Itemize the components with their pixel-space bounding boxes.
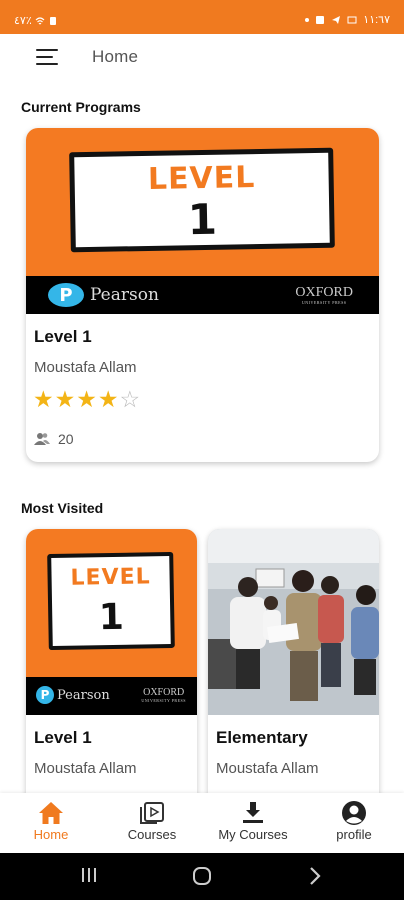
- notification-icon: [49, 16, 56, 25]
- course-title: Level 1: [34, 327, 92, 346]
- pearson-p-icon: P: [36, 686, 54, 704]
- nav-courses[interactable]: Courses: [107, 799, 197, 842]
- status-time: ١١:٦٧: [363, 14, 390, 26]
- nav-home[interactable]: Home: [6, 799, 96, 842]
- section-title-most-visited: Most Visited: [21, 500, 104, 516]
- classroom-photo: [208, 529, 379, 715]
- level-sign: LEVEL 1: [47, 551, 175, 651]
- video-library-icon: [140, 802, 164, 824]
- nav-profile[interactable]: profile: [309, 799, 399, 842]
- star-icon: ★: [76, 386, 97, 412]
- current-program-card[interactable]: LEVEL 1 P Pearson OXFORD UNIVERSITY PRES…: [26, 128, 379, 462]
- system-navigation-bar: [0, 853, 404, 900]
- page-title: Home: [92, 47, 139, 66]
- course-author: Moustafa Allam: [34, 760, 137, 777]
- telegram-icon: [332, 15, 341, 24]
- message-icon: [316, 15, 325, 24]
- oxford-logo: OXFORD UNIVERSITY PRESS: [295, 285, 353, 305]
- people-icon: [34, 433, 50, 445]
- publisher-strip: P Pearson OXFORD UNIVERSITY PRESS: [26, 276, 379, 314]
- pearson-p-icon: P: [48, 283, 84, 307]
- pearson-logo: P Pearson: [36, 686, 110, 704]
- bottom-navigation: Home Courses My Courses profile: [0, 793, 404, 853]
- pearson-logo: P Pearson: [48, 283, 159, 307]
- course-title: Level 1: [34, 728, 92, 747]
- course-title: Elementary: [216, 728, 308, 747]
- dot-icon: [305, 17, 310, 22]
- home-icon: [39, 802, 63, 824]
- students-count: 20: [34, 431, 74, 447]
- publisher-strip: P Pearson OXFORD UNIVERSITY PRESS: [26, 677, 197, 715]
- star-icon: ★: [54, 386, 76, 412]
- oxford-logo: OXFORD UNIVERSITY PRESS: [141, 687, 186, 703]
- account-circle-icon: [342, 801, 366, 825]
- image-icon: [347, 16, 357, 23]
- level-sign: LEVEL 1: [69, 147, 335, 253]
- status-bar: ٤٧٪ ١١:٦٧: [0, 0, 404, 34]
- nav-my-courses[interactable]: My Courses: [208, 799, 298, 842]
- course-banner: LEVEL 1: [26, 128, 379, 276]
- course-author: Moustafa Allam: [216, 760, 319, 777]
- rating-stars: ★ ★ ★ ★ ☆: [33, 388, 140, 411]
- course-author: Moustafa Allam: [34, 359, 137, 376]
- menu-icon[interactable]: [36, 49, 60, 67]
- course-banner: LEVEL 1: [26, 529, 197, 677]
- back-icon[interactable]: [308, 865, 322, 887]
- status-percent: ٤٧٪: [14, 15, 32, 27]
- most-visited-card[interactable]: Elementary Moustafa Allam: [208, 529, 379, 819]
- app-bar: Home: [0, 34, 404, 82]
- star-icon: ★: [33, 386, 54, 412]
- most-visited-card[interactable]: LEVEL 1 P Pearson OXFORD UNIVERSITY PRES…: [26, 529, 197, 819]
- download-icon: [243, 802, 263, 823]
- recent-apps-icon[interactable]: [80, 865, 98, 885]
- home-button-icon[interactable]: [191, 865, 213, 887]
- status-left: ٤٧٪: [14, 14, 58, 27]
- star-outline-icon: ☆: [119, 386, 141, 412]
- classroom-image: [208, 529, 379, 715]
- wifi-icon: [35, 16, 45, 24]
- status-right: ١١:٦٧: [305, 13, 390, 26]
- section-title-current: Current Programs: [21, 99, 141, 115]
- star-icon: ★: [97, 386, 119, 412]
